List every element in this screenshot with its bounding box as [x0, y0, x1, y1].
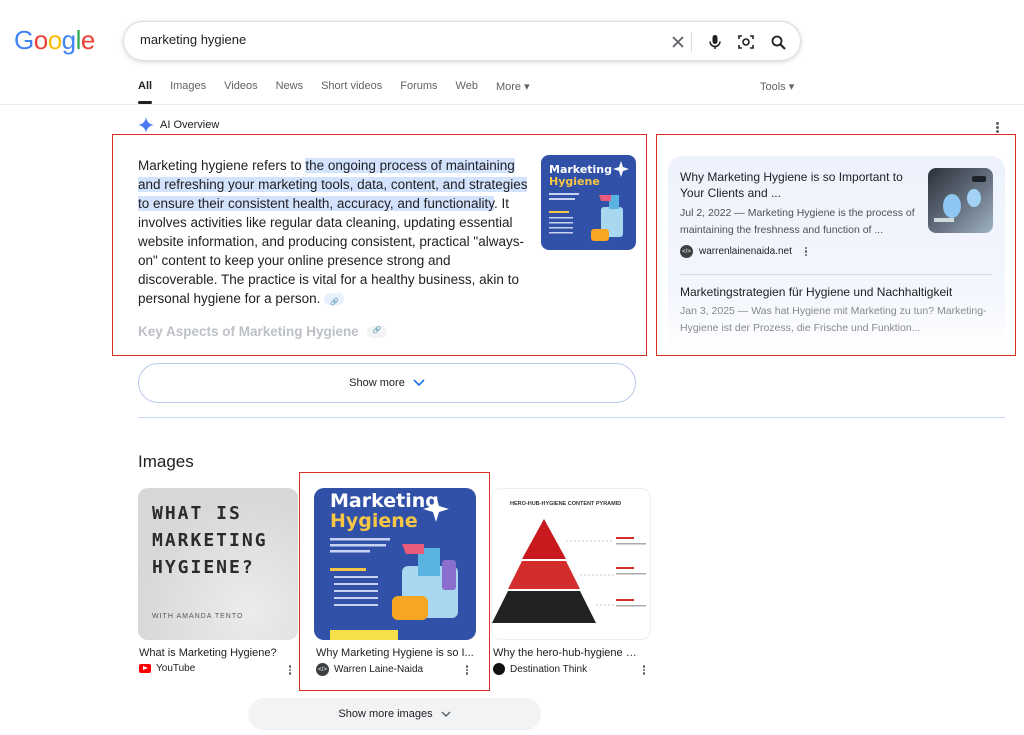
- show-more-button[interactable]: Show more: [138, 363, 636, 403]
- search-box[interactable]: marketing hygiene: [123, 21, 801, 61]
- image-options-icon[interactable]: [288, 664, 292, 676]
- source-separator: [680, 274, 993, 275]
- source-snippet: Jan 3, 2025 — Was hat Hygiene mit Market…: [680, 305, 987, 334]
- tools-button[interactable]: Tools ▾: [760, 80, 794, 93]
- source-thumbnail[interactable]: [928, 168, 993, 233]
- citation-link-icon[interactable]: [324, 293, 345, 312]
- art-line: MARKETING: [152, 530, 268, 551]
- show-more-label: Show more: [349, 377, 405, 389]
- source-options-icon[interactable]: [804, 246, 808, 258]
- search-divider: [691, 32, 692, 52]
- logo-letter: g: [61, 25, 76, 55]
- key-aspects-text: Key Aspects of Marketing Hygiene: [138, 324, 359, 339]
- search-tabs: All Images Videos News Short videos Foru…: [138, 80, 548, 104]
- source-title[interactable]: Why Marketing Hygiene is so Important to…: [680, 169, 920, 201]
- thumbnail-art: [549, 161, 629, 241]
- image-source-name: Destination Think: [510, 663, 588, 675]
- chevron-down-icon: [413, 379, 425, 387]
- image-result[interactable]: HERO-HUB-HYGIENE CONTENT PYRAMID: [491, 488, 651, 640]
- section-divider: [138, 417, 1005, 418]
- ai-overview-label: AI Overview: [160, 119, 220, 131]
- header-divider: [0, 104, 1024, 105]
- google-logo[interactable]: Google: [14, 25, 95, 55]
- art-line: HYGIENE?: [152, 557, 255, 578]
- source-site[interactable]: </> warrenlainenaida.net: [680, 245, 808, 258]
- camera-lens-icon[interactable]: [735, 31, 757, 53]
- image-caption[interactable]: Why the hero-hub-hygiene c...: [493, 647, 639, 659]
- search-icon[interactable]: [767, 31, 789, 53]
- image-result[interactable]: WHAT IS MARKETING HYGIENE? WITH AMANDA T…: [138, 488, 298, 640]
- site-favicon-icon: </>: [316, 663, 329, 676]
- source-snippet: Jul 2, 2022 — Marketing Hygiene is the p…: [680, 207, 915, 236]
- logo-letter: o: [47, 25, 62, 55]
- art-line: WHAT IS: [152, 503, 242, 524]
- tab-more[interactable]: More ▾: [496, 80, 530, 102]
- ai-overview-header: AI Overview: [138, 117, 219, 133]
- tab-videos[interactable]: Videos: [224, 80, 257, 102]
- image-caption[interactable]: What is Marketing Hygiene?: [139, 647, 299, 659]
- clear-icon[interactable]: [667, 31, 689, 53]
- tab-short-videos[interactable]: Short videos: [321, 80, 382, 102]
- logo-letter: e: [80, 25, 95, 55]
- image-source-name: YouTube: [156, 663, 196, 674]
- art-credit: WITH AMANDA TENTO: [152, 613, 244, 620]
- ai-text-body: . It involves activities like regular da…: [138, 196, 524, 306]
- key-aspects-heading: Key Aspects of Marketing Hygiene: [138, 324, 387, 339]
- source-site-name: warrenlainenaida.net: [699, 246, 792, 257]
- image-caption[interactable]: Why Marketing Hygiene is so I...: [316, 647, 474, 659]
- site-favicon-icon: </>: [680, 245, 693, 258]
- logo-letter: G: [14, 25, 34, 55]
- images-heading: Images: [138, 452, 194, 471]
- image-source[interactable]: YouTube: [139, 663, 195, 674]
- image-options-icon[interactable]: [642, 664, 646, 676]
- more-options-icon[interactable]: [994, 121, 1000, 135]
- sparkle-icon: [138, 117, 154, 133]
- show-more-images-label: Show more images: [338, 708, 433, 720]
- image-art-text: WHAT IS MARKETING HYGIENE?: [152, 500, 268, 581]
- youtube-icon: [139, 664, 151, 673]
- citation-link-icon[interactable]: [366, 326, 387, 339]
- pyramid-diagram-art: [492, 519, 646, 623]
- ai-overview-text: Marketing hygiene refers to the ongoing …: [138, 156, 528, 312]
- microphone-icon[interactable]: [704, 31, 726, 53]
- image-source[interactable]: Destination Think: [493, 663, 587, 675]
- logo-letter: o: [33, 25, 48, 55]
- search-input[interactable]: marketing hygiene: [140, 32, 246, 47]
- show-more-images-button[interactable]: Show more images: [248, 698, 541, 730]
- ai-text-intro: Marketing hygiene refers to: [138, 158, 306, 173]
- tab-news[interactable]: News: [276, 80, 304, 102]
- tab-web[interactable]: Web: [456, 80, 478, 102]
- source-title[interactable]: Marketingstrategien für Hygiene und Nach…: [680, 284, 1000, 300]
- tab-forums[interactable]: Forums: [400, 80, 437, 102]
- image-source[interactable]: </> Warren Laine-Naida: [316, 663, 423, 676]
- image-source-name: Warren Laine-Naida: [334, 664, 424, 675]
- tab-images[interactable]: Images: [170, 80, 206, 102]
- ai-overview-thumbnail[interactable]: Marketing Hygiene: [541, 155, 636, 250]
- tab-all[interactable]: All: [138, 80, 153, 104]
- destination-think-icon: [493, 663, 505, 675]
- chevron-down-icon: [441, 710, 451, 717]
- gloved-hands-image: [934, 176, 986, 222]
- image-options-icon[interactable]: [465, 664, 469, 676]
